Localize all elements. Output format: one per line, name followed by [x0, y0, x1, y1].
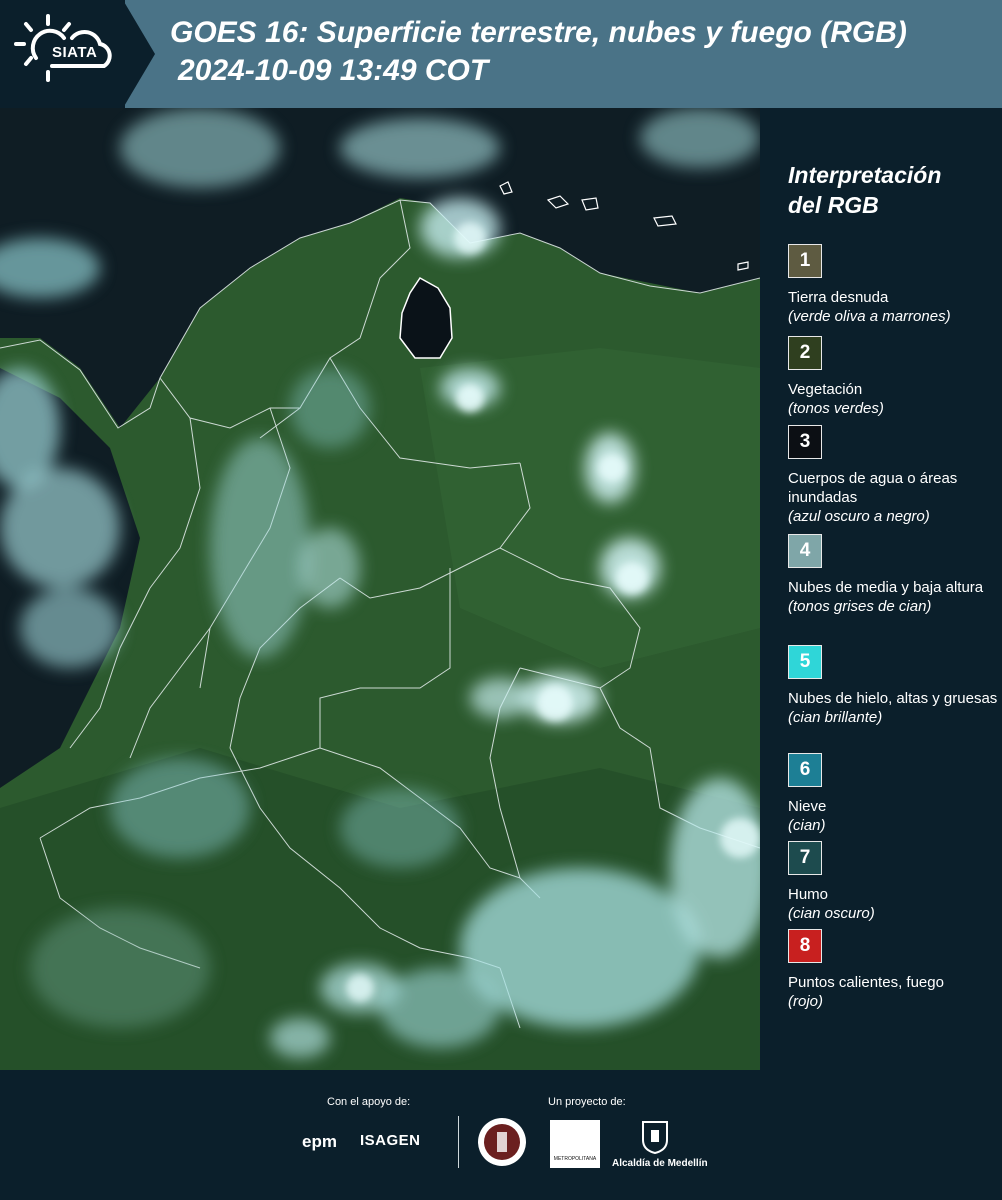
- legend-label: Humo: [788, 886, 829, 903]
- epm-logo: epm: [302, 1132, 337, 1151]
- title-line-1: GOES 16: Superficie terrestre, nubes y f…: [170, 16, 907, 49]
- legend-label: Nubes de media y baja altura: [788, 579, 984, 596]
- legend-item: 6 Nieve (cian): [788, 753, 998, 835]
- legend-item: 5 Nubes de hielo, altas y gruesas (cian br…: [788, 645, 998, 727]
- alcaldia-label: Alcaldía de Medellín: [612, 1158, 708, 1169]
- legend-swatch: 8: [788, 929, 822, 963]
- satellite-image: [0, 108, 760, 1070]
- satellite-map[interactable]: [0, 108, 760, 1070]
- legend-item: 3 Cuerpos de agua o áreas inundadas (azul …: [788, 425, 998, 526]
- title-line-2: 2024-10-09 13:49 COT: [178, 54, 489, 87]
- legend-title: Interpretación del RGB: [788, 160, 941, 220]
- legend-description: (cian): [788, 817, 826, 834]
- legend-label: Nieve: [788, 798, 827, 815]
- legend-panel: Interpretación del RGB 1 Tierra desnuda (v…: [760, 108, 1002, 1070]
- legend-label: Puntos calientes, fuego: [788, 974, 944, 991]
- legend-label: Tierra desnuda: [788, 289, 889, 306]
- legend-description: (cian oscuro): [788, 905, 875, 922]
- legend-item: 4 Nubes de media y baja altura (tonos gris…: [788, 534, 998, 616]
- logo-text: SIATA: [52, 44, 98, 61]
- footer-divider: [458, 1116, 459, 1168]
- legend-swatch: 4: [788, 534, 822, 568]
- area-logo-text: METROPOLITANA: [553, 1156, 597, 1162]
- legend-swatch: 7: [788, 841, 822, 875]
- legend-description: (azul oscuro a negro): [788, 508, 930, 525]
- legend-description: (tonos grises de cian): [788, 598, 932, 615]
- legend-swatch: 2: [788, 336, 822, 370]
- legend-item: 7 Humo (cian oscuro): [788, 841, 998, 923]
- legend-description: (tonos verdes): [788, 400, 884, 417]
- header-arrow: [123, 0, 155, 108]
- legend-description: (rojo): [788, 993, 824, 1010]
- siata-logo[interactable]: SIATA: [0, 0, 125, 108]
- medellin-shield-icon: [642, 1121, 668, 1154]
- legend-swatch: 3: [788, 425, 822, 459]
- isagen-logo: ISAGEN: [360, 1132, 421, 1149]
- legend-item: 1 Tierra desnuda (verde oliva a marrones): [788, 244, 998, 326]
- footer: Con el apoyo de: Un proyecto de: epm ISA…: [0, 1070, 1002, 1200]
- legend-title-line-2: del RGB: [788, 192, 879, 218]
- legend-label: Nubes de hielo, altas y gruesas: [788, 690, 998, 707]
- support-label: Con el apoyo de:: [327, 1096, 411, 1108]
- seal-icon: [478, 1118, 526, 1166]
- legend-label: Cuerpos de agua o áreas inundadas: [788, 470, 958, 506]
- project-label: Un proyecto de:: [548, 1096, 626, 1108]
- legend-swatch: 1: [788, 244, 822, 278]
- legend-swatch: 5: [788, 645, 822, 679]
- legend-item: 2 Vegetación (tonos verdes): [788, 336, 998, 418]
- page-title: GOES 16: Superficie terrestre, nubes y f…: [170, 14, 907, 90]
- legend-label: Vegetación: [788, 381, 863, 398]
- legend-item: 8 Puntos calientes, fuego (rojo): [788, 929, 998, 1011]
- header: SIATA GOES 16: Superficie terrestre, nub…: [0, 0, 1002, 108]
- legend-title-line-1: Interpretación: [788, 162, 942, 188]
- legend-description: (cian brillante): [788, 709, 883, 726]
- legend-swatch: 6: [788, 753, 822, 787]
- legend-description: (verde oliva a marrones): [788, 308, 951, 325]
